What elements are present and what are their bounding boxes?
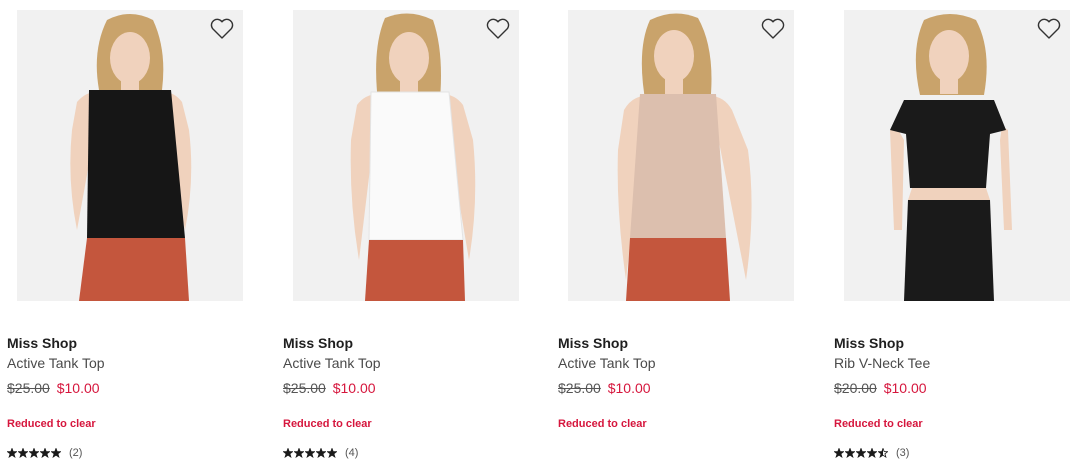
product-image[interactable] (293, 10, 519, 301)
star-icon (40, 448, 50, 458)
heart-outline-icon[interactable] (209, 17, 235, 41)
star-icon (834, 448, 844, 458)
star-icon (7, 448, 17, 458)
star-icon (878, 448, 888, 458)
review-count: (4) (345, 447, 359, 459)
promo-label: Reduced to clear (834, 418, 923, 430)
heart-outline-icon[interactable] (485, 17, 511, 41)
was-price: $25.00 (558, 380, 601, 396)
star-icon (18, 448, 28, 458)
model-photo (617, 13, 752, 301)
model-photo (350, 13, 476, 301)
model-photo (70, 14, 192, 301)
product-card[interactable]: Miss Shop Active Tank Top $25.00 $10.00 … (283, 0, 545, 471)
garment-top (368, 91, 464, 241)
heart-outline-icon[interactable] (1036, 17, 1062, 41)
product-brand[interactable]: Miss Shop (283, 335, 353, 351)
star-icon (327, 448, 337, 458)
star-icon (51, 448, 61, 458)
star-icon (856, 448, 866, 458)
star-icon (316, 448, 326, 458)
price-block: $25.00 $10.00 (558, 380, 651, 396)
review-count: (2) (69, 447, 83, 459)
promo-label: Reduced to clear (7, 418, 96, 430)
product-card[interactable]: Miss Shop Active Tank Top $25.00 $10.00 … (7, 0, 269, 471)
garment-bottom (365, 240, 465, 301)
heart-outline-icon[interactable] (760, 17, 786, 41)
price-block: $25.00 $10.00 (7, 380, 100, 396)
star-icon (867, 448, 877, 458)
product-name[interactable]: Active Tank Top (283, 355, 381, 371)
product-image[interactable] (844, 10, 1070, 301)
sale-price: $10.00 (607, 380, 651, 396)
garment-top (630, 94, 726, 238)
product-name[interactable]: Rib V-Neck Tee (834, 355, 930, 371)
product-image[interactable] (568, 10, 794, 301)
promo-label: Reduced to clear (558, 418, 647, 430)
model-photo (890, 14, 1012, 301)
garment-bottom (626, 238, 730, 301)
star-rating (283, 448, 337, 458)
sale-price: $10.00 (332, 380, 376, 396)
garment-top (890, 100, 1006, 188)
product-image[interactable] (17, 10, 243, 301)
product-card[interactable]: Miss Shop Active Tank Top $25.00 $10.00 … (558, 0, 820, 471)
star-icon (29, 448, 39, 458)
star-rating (7, 448, 61, 458)
review-count: (3) (896, 447, 910, 459)
product-card[interactable]: Miss Shop Rib V-Neck Tee $20.00 $10.00 R… (834, 0, 1080, 471)
sale-price: $10.00 (883, 380, 927, 396)
star-icon (305, 448, 315, 458)
product-brand[interactable]: Miss Shop (7, 335, 77, 351)
star-icon (294, 448, 304, 458)
garment-bottom (79, 238, 189, 301)
product-name[interactable]: Active Tank Top (558, 355, 656, 371)
sale-price: $10.00 (56, 380, 100, 396)
product-brand[interactable]: Miss Shop (834, 335, 904, 351)
star-icon (283, 448, 293, 458)
garment-top (87, 90, 185, 238)
was-price: $20.00 (834, 380, 877, 396)
product-brand[interactable]: Miss Shop (558, 335, 628, 351)
was-price: $25.00 (283, 380, 326, 396)
garment-bottom (904, 200, 994, 301)
price-block: $20.00 $10.00 (834, 380, 927, 396)
product-grid: Miss Shop Active Tank Top $25.00 $10.00 … (0, 0, 1080, 471)
was-price: $25.00 (7, 380, 50, 396)
rating[interactable]: (4) (283, 446, 358, 460)
price-block: $25.00 $10.00 (283, 380, 376, 396)
star-rating (834, 448, 888, 458)
star-icon (845, 448, 855, 458)
rating[interactable]: (2) (7, 446, 82, 460)
rating[interactable]: (3) (834, 446, 909, 460)
product-name[interactable]: Active Tank Top (7, 355, 105, 371)
promo-label: Reduced to clear (283, 418, 372, 430)
